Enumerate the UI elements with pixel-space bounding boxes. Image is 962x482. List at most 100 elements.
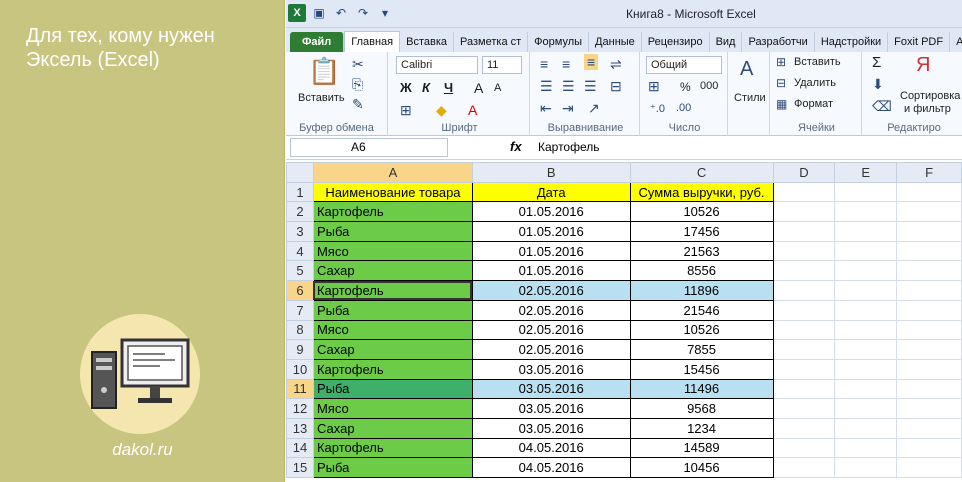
decrease-decimal-icon[interactable]: .00 xyxy=(676,102,691,114)
align-bottom-icon[interactable]: ≡ xyxy=(584,54,599,70)
empty-cell[interactable] xyxy=(772,240,836,262)
empty-cell[interactable] xyxy=(772,260,836,282)
empty-cell[interactable] xyxy=(896,319,962,341)
tab-view[interactable]: Вид xyxy=(710,32,743,52)
date-cell[interactable]: 01.05.2016 xyxy=(471,260,631,282)
product-name-cell[interactable]: Рыба xyxy=(312,378,473,400)
empty-cell[interactable] xyxy=(834,319,898,341)
autosum-button[interactable]: Σ xyxy=(872,54,881,71)
currency-icon[interactable]: ⊞ xyxy=(648,78,660,95)
date-cell[interactable]: 01.05.2016 xyxy=(471,201,631,223)
empty-cell[interactable] xyxy=(834,339,898,360)
column-header[interactable]: C xyxy=(629,162,774,183)
column-header[interactable]: F xyxy=(896,162,962,183)
empty-cell[interactable] xyxy=(834,201,898,223)
column-header[interactable]: D xyxy=(772,162,836,183)
revenue-cell[interactable]: 1234 xyxy=(629,417,774,439)
revenue-cell[interactable]: 21563 xyxy=(629,240,774,262)
shrink-font-button[interactable]: A xyxy=(494,82,501,94)
tab-data[interactable]: Данные xyxy=(589,32,642,52)
insert-cells-button[interactable]: Вставить xyxy=(794,56,841,68)
empty-cell[interactable] xyxy=(772,181,836,203)
tab-page-layout[interactable]: Разметка ст xyxy=(454,32,529,52)
date-cell[interactable]: 01.05.2016 xyxy=(471,221,631,242)
underline-button[interactable]: Ч xyxy=(444,80,453,95)
fill-color-icon[interactable]: ◆ xyxy=(436,102,447,119)
clear-icon[interactable]: ⌫ xyxy=(872,98,892,115)
date-cell[interactable]: 02.05.2016 xyxy=(471,319,631,341)
product-name-cell[interactable]: Рыба xyxy=(312,299,473,321)
product-name-cell[interactable]: Мясо xyxy=(312,319,473,341)
revenue-cell[interactable]: 15456 xyxy=(629,358,774,380)
cut-icon[interactable]: ✂ xyxy=(352,56,364,73)
row-header[interactable]: 3 xyxy=(286,221,314,242)
empty-cell[interactable] xyxy=(834,378,898,400)
product-name-cell[interactable]: Картофель xyxy=(312,201,473,223)
customize-qat-icon[interactable]: ▾ xyxy=(376,4,394,22)
date-cell[interactable]: 01.05.2016 xyxy=(471,240,631,262)
date-cell[interactable]: 02.05.2016 xyxy=(471,299,631,321)
revenue-cell[interactable]: 10456 xyxy=(629,457,774,478)
empty-cell[interactable] xyxy=(834,417,898,439)
column-header[interactable]: A xyxy=(312,162,473,183)
font-size-select[interactable]: 11 xyxy=(482,56,522,74)
indent-decrease-icon[interactable]: ⇤ xyxy=(540,100,552,117)
empty-cell[interactable] xyxy=(772,221,836,242)
row-header[interactable]: 2 xyxy=(286,201,314,223)
italic-button[interactable]: К xyxy=(422,80,430,95)
filter-button[interactable]: и фильтр xyxy=(904,103,951,115)
orientation-icon[interactable]: ↗ xyxy=(588,100,600,117)
empty-cell[interactable] xyxy=(772,378,836,400)
product-name-cell[interactable]: Мясо xyxy=(312,398,473,419)
number-format-select[interactable]: Общий xyxy=(646,56,722,74)
empty-cell[interactable] xyxy=(834,260,898,282)
styles-button[interactable]: Стили xyxy=(734,92,766,104)
empty-cell[interactable] xyxy=(834,181,898,203)
empty-cell[interactable] xyxy=(772,358,836,380)
format-cells-icon[interactable]: ▦ xyxy=(776,97,787,111)
revenue-cell[interactable]: 10526 xyxy=(629,201,774,223)
tab-developer[interactable]: Разработчи xyxy=(742,32,815,52)
indent-increase-icon[interactable]: ⇥ xyxy=(562,100,574,117)
fill-icon[interactable]: ⬇ xyxy=(872,76,884,93)
styles-icon[interactable]: A xyxy=(740,58,753,81)
row-header[interactable]: 10 xyxy=(286,358,314,380)
align-top-icon[interactable]: ≡ xyxy=(540,56,548,72)
product-name-cell[interactable]: Сахар xyxy=(312,339,473,360)
copy-icon[interactable]: ⎘ xyxy=(352,76,363,93)
empty-cell[interactable] xyxy=(896,280,962,301)
thousands-button[interactable]: 000 xyxy=(700,80,718,92)
formula-input[interactable]: Картофель xyxy=(538,140,600,154)
empty-cell[interactable] xyxy=(896,221,962,242)
align-left-icon[interactable]: ☰ xyxy=(540,78,553,95)
tab-foxit[interactable]: Foxit PDF xyxy=(888,32,951,52)
row-header[interactable]: 4 xyxy=(286,240,314,262)
empty-cell[interactable] xyxy=(896,437,962,459)
sort-button[interactable]: Сортировка xyxy=(900,90,960,102)
grow-font-button[interactable]: A xyxy=(474,80,483,96)
revenue-cell[interactable]: 11496 xyxy=(629,378,774,400)
row-header[interactable]: 11 xyxy=(286,378,314,400)
row-header[interactable]: 7 xyxy=(286,299,314,321)
empty-cell[interactable] xyxy=(834,221,898,242)
borders-icon[interactable]: ⊞ xyxy=(400,102,412,119)
delete-cells-icon[interactable]: ⊟ xyxy=(776,76,786,90)
empty-cell[interactable] xyxy=(896,201,962,223)
sort-filter-icon[interactable]: Я xyxy=(916,54,930,77)
date-cell[interactable]: 02.05.2016 xyxy=(471,280,631,301)
align-center-icon[interactable]: ☰ xyxy=(562,78,575,95)
empty-cell[interactable] xyxy=(834,280,898,301)
header-cell[interactable]: Сумма выручки, руб. xyxy=(629,181,774,203)
select-all-corner[interactable] xyxy=(286,162,314,183)
bold-button[interactable]: Ж xyxy=(400,80,412,95)
format-painter-icon[interactable]: ✎ xyxy=(352,96,364,113)
revenue-cell[interactable]: 21546 xyxy=(629,299,774,321)
empty-cell[interactable] xyxy=(896,398,962,419)
empty-cell[interactable] xyxy=(834,358,898,380)
revenue-cell[interactable]: 11896 xyxy=(629,280,774,301)
empty-cell[interactable] xyxy=(896,240,962,262)
revenue-cell[interactable]: 10526 xyxy=(629,319,774,341)
revenue-cell[interactable]: 14589 xyxy=(629,437,774,459)
undo-icon[interactable]: ↶ xyxy=(332,4,350,22)
row-header[interactable]: 1 xyxy=(286,181,314,203)
